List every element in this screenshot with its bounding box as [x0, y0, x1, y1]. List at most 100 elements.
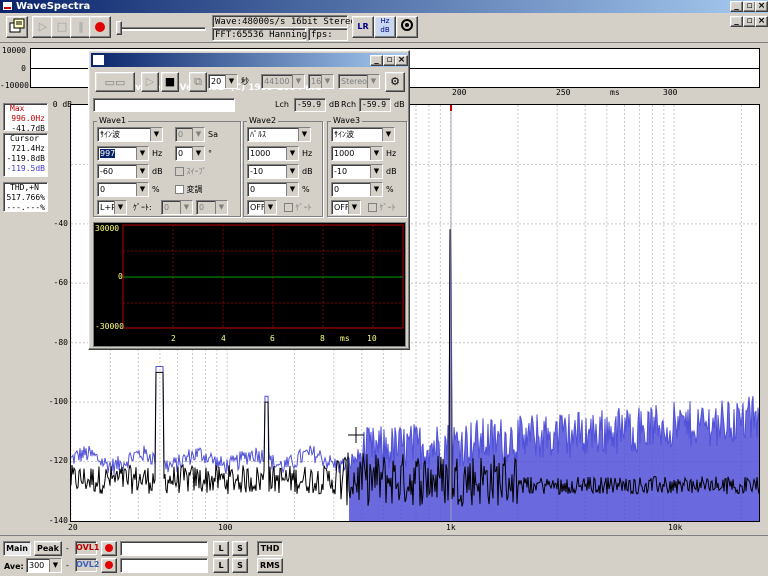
rms-button[interactable]: RMS [257, 558, 283, 573]
wg-samplerate-select[interactable]: 44100 ▼ [261, 74, 305, 89]
ovl2-indicator: OVL2 [75, 558, 99, 572]
child-close-button[interactable]: × [755, 16, 768, 27]
hz-db-button[interactable]: Hz dB [374, 16, 396, 38]
wg-minimize-button[interactable]: _ [370, 55, 383, 66]
wg-x-tick-2: 2 [171, 334, 176, 343]
open-file-button[interactable] [6, 16, 28, 38]
wave2-offset-select[interactable]: 0 ▼ [247, 182, 299, 197]
wave1-gate1-select[interactable]: 0 ▼ [161, 200, 193, 215]
wave3-gate-checkbox[interactable]: ｹﾞｰﾄ [368, 201, 396, 214]
play-icon: ▷ [38, 20, 48, 33]
wave1-phase-unit: ° [208, 149, 212, 158]
wg-x-tick-8: 8 [320, 334, 325, 343]
max-label: Max [10, 104, 25, 113]
minimize-button[interactable]: _ [730, 1, 743, 12]
wg-x-tick-10: 10 [367, 334, 377, 343]
wave2-freq-unit: Hz [302, 149, 313, 158]
wave1-label: Wave1 [97, 116, 129, 125]
wave1-type-select[interactable]: ｻｲﾝ波 ▼ [97, 127, 163, 142]
record-r-button[interactable] [101, 558, 117, 573]
wave3-freq-select[interactable]: 1000 ▼ [331, 146, 383, 161]
time-unit: ms [610, 88, 620, 97]
wave1-mod-checkbox[interactable]: 変調 [175, 183, 203, 196]
ch2-s-button[interactable]: S [232, 558, 248, 573]
wave1-sa-select[interactable]: 0 ▼ [175, 127, 205, 142]
wave3-channel-select[interactable]: OFF ▼ [331, 200, 361, 215]
wg-settings-icon: ⚙ [390, 75, 400, 88]
thd-value: 517.766% [6, 193, 45, 202]
wg-settings-button[interactable]: ⚙ [385, 72, 405, 92]
wave1-phase-select[interactable]: 0 ▼ [175, 146, 205, 161]
db-tick--60: -60 [53, 278, 68, 287]
rch-label: Rch [341, 100, 357, 109]
time-tick-300: 300 [663, 88, 678, 97]
ch1-s-button[interactable]: S [232, 541, 248, 556]
wave1-gate2-select[interactable]: 0 ▼ [196, 200, 228, 215]
wave-format-info: Wave:48000s/s 16bit Stereo [212, 15, 356, 28]
db-top-label: 0 dB [52, 100, 72, 109]
wave1-level-unit: dB [152, 167, 163, 176]
wavegene-dialog: WaveGene Ver. 1.31 (C) 1999-2004 efu _ ▫… [88, 50, 410, 350]
bottom-control-bar: Main Peak - OVL1 L S THD Ave: 300 ▼ - OVL… [0, 535, 768, 576]
lch-db-unit: dB [329, 100, 340, 109]
wave2-type-select[interactable]: ﾊﾟﾙｽ ▼ [247, 127, 311, 142]
wave1-sweep-checkbox[interactable]: ｽｲｰﾌﾟ [175, 165, 207, 178]
wg-channels-select[interactable]: Stereo ▼ [338, 74, 380, 89]
wg-close-button[interactable]: × [395, 55, 408, 66]
position-slider[interactable] [116, 21, 206, 35]
wg-x-tick-4: 4 [221, 334, 226, 343]
close-button[interactable]: × [755, 1, 768, 12]
channel1-field[interactable] [120, 541, 208, 556]
wave3-level-select[interactable]: -10 ▼ [331, 164, 383, 179]
wave3-type-select[interactable]: ｻｲﾝ波 ▼ [331, 127, 395, 142]
thd-value-right: ---.---% [6, 203, 45, 212]
wg-copy-button[interactable]: ⧉ [189, 72, 207, 92]
wave1-offset-select[interactable]: 0 ▼ [97, 182, 149, 197]
record-button[interactable] [89, 16, 111, 38]
wavegene-waveform-plot: 30000 0 -30000 2 4 6 8 ms 10 [93, 222, 406, 347]
thd-readout: THD,+N 517.766% ---.---% [3, 182, 48, 212]
freq-tick-100: 100 [218, 523, 233, 532]
peak-button[interactable]: Peak [34, 541, 62, 556]
wg-file-icon: ▭▭ [104, 76, 126, 89]
wave2-level-select[interactable]: -10 ▼ [247, 164, 299, 179]
main-toggle-button[interactable]: Main [3, 541, 31, 556]
wave2-level-unit: dB [302, 167, 313, 176]
wave1-freq-select[interactable]: 997 ▼ [97, 146, 149, 161]
wg-comment-input[interactable] [93, 98, 235, 112]
wg-file-button[interactable]: ▭▭ [95, 72, 135, 92]
channel2-field[interactable] [120, 558, 208, 573]
wg-stop-button[interactable]: ■ [161, 72, 179, 92]
wave3-offset-select[interactable]: 0 ▼ [331, 182, 383, 197]
wave2-channel-select[interactable]: OFF ▼ [247, 200, 277, 215]
lch-label: Lch [275, 100, 289, 109]
wave2-gate-checkbox[interactable]: ｹﾞｰﾄ [284, 201, 312, 214]
wg-y-mid: 0 [118, 272, 123, 281]
ch2-l-button[interactable]: L [213, 558, 229, 573]
cursor-label: Cursor [10, 134, 39, 143]
ave-select[interactable]: 300 ▼ [26, 558, 62, 573]
wg-seconds-unit: 秒 [241, 77, 249, 86]
wg-bits-select[interactable]: 16 ▼ [308, 74, 334, 89]
wave1-freq-unit: Hz [152, 149, 163, 158]
wave1-channel-select[interactable]: L+R ▼ [97, 200, 127, 215]
record-icon [95, 22, 105, 32]
db-tick--80: -80 [53, 338, 68, 347]
wg-play-button[interactable]: ▷ [141, 72, 159, 92]
record-l-button[interactable] [101, 541, 117, 556]
max-readout: Max 996.0Hz -41.7dB [3, 103, 48, 133]
main-toolbar: ▷ □ ‖ Wave:48000s/s 16bit Stereo FFT:655… [0, 13, 768, 43]
fft-info: FFT:65536 Hanning [212, 28, 307, 41]
wave1-level-select[interactable]: -60 ▼ [97, 164, 149, 179]
rch-db-unit: dB [394, 100, 405, 109]
lr-button[interactable]: LR [352, 16, 374, 38]
thd-button[interactable]: THD [257, 541, 283, 556]
child-minimize-button[interactable]: _ [730, 16, 743, 27]
settings-button[interactable] [396, 16, 418, 38]
slider-thumb[interactable] [116, 21, 122, 35]
stop-icon: □ [56, 20, 68, 33]
wg-seconds-select[interactable]: 20 ▼ [208, 74, 238, 89]
wave2-freq-select[interactable]: 1000 ▼ [247, 146, 299, 161]
ch1-l-button[interactable]: L [213, 541, 229, 556]
ovl1-indicator: OVL1 [75, 541, 99, 555]
